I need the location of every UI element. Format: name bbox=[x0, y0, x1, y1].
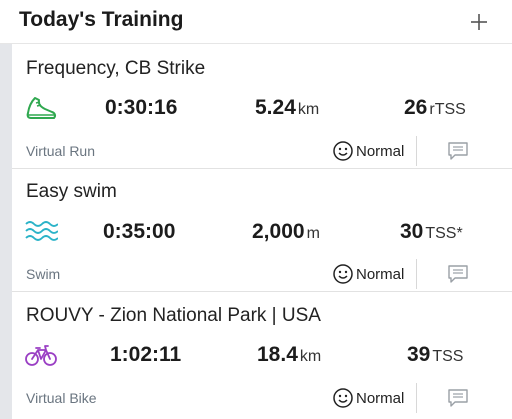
tss-value: 26 bbox=[404, 96, 428, 119]
smiley-face-icon bbox=[333, 141, 353, 161]
workout-title: ROUVY - Zion National Park | USA bbox=[26, 305, 321, 326]
workout-title: Easy swim bbox=[26, 181, 117, 202]
comment-button[interactable] bbox=[447, 264, 469, 284]
comment-button[interactable] bbox=[447, 141, 469, 161]
workout-tss: 39 TSS bbox=[407, 343, 463, 367]
distance-unit: km bbox=[299, 348, 322, 365]
workout-card[interactable]: Frequency, CB Strike 0:30:16 5.24 km 26 rT… bbox=[12, 45, 512, 169]
workout-duration: 1:02:11 bbox=[110, 343, 182, 366]
workout-duration: 0:30:16 bbox=[105, 96, 178, 119]
feel-selector[interactable]: Normal bbox=[332, 139, 404, 163]
divider bbox=[416, 136, 417, 166]
distance-unit: km bbox=[297, 101, 320, 118]
tss-unit: TSS bbox=[432, 348, 464, 365]
workout-tss: 26 rTSS bbox=[404, 96, 466, 120]
sport-label: Virtual Run bbox=[26, 143, 96, 159]
plus-icon bbox=[471, 14, 487, 30]
feel-label: Normal bbox=[356, 389, 405, 407]
tss-value: 39 bbox=[407, 343, 431, 366]
sport-label: Swim bbox=[26, 266, 61, 282]
divider bbox=[416, 383, 417, 413]
comment-icon bbox=[448, 389, 468, 407]
comment-icon bbox=[448, 142, 468, 160]
distance-value: 18.4 bbox=[257, 343, 298, 366]
workout-distance: 5.24 km bbox=[255, 96, 319, 120]
workout-title: Frequency, CB Strike bbox=[26, 58, 206, 79]
comment-button[interactable] bbox=[447, 388, 469, 408]
today-training-header: Today's Training bbox=[0, 0, 512, 44]
workout-distance: 18.4 km bbox=[257, 343, 321, 367]
running-shoe-icon bbox=[24, 93, 58, 123]
divider bbox=[416, 259, 417, 289]
add-workout-button[interactable] bbox=[466, 9, 492, 35]
feel-selector[interactable]: Normal bbox=[332, 386, 404, 410]
page-title: Today's Training bbox=[19, 8, 184, 31]
tss-unit: TSS* bbox=[425, 225, 463, 242]
distance-value: 2,000 bbox=[252, 220, 305, 243]
bicycle-icon bbox=[24, 341, 58, 371]
workout-duration: 0:35:00 bbox=[103, 220, 176, 243]
sport-label: Virtual Bike bbox=[26, 390, 97, 406]
workout-distance: 2,000 m bbox=[252, 220, 320, 244]
workout-card[interactable]: ROUVY - Zion National Park | USA 1:02:11… bbox=[12, 293, 512, 419]
feel-selector[interactable]: Normal bbox=[332, 262, 404, 286]
smiley-face-icon bbox=[333, 388, 353, 408]
workout-tss: 30 TSS* bbox=[400, 220, 463, 244]
left-rail bbox=[0, 44, 12, 419]
feel-label: Normal bbox=[356, 265, 405, 283]
tss-unit: rTSS bbox=[429, 101, 466, 118]
distance-unit: m bbox=[306, 225, 320, 242]
workout-card[interactable]: Easy swim 0:35:00 2,000 m 30 TSS* Swim Nor… bbox=[12, 170, 512, 292]
comment-icon bbox=[448, 265, 468, 283]
feel-label: Normal bbox=[356, 142, 405, 160]
tss-value: 30 bbox=[400, 220, 424, 243]
distance-value: 5.24 bbox=[255, 96, 296, 119]
swim-waves-icon bbox=[24, 218, 58, 248]
smiley-face-icon bbox=[333, 264, 353, 284]
